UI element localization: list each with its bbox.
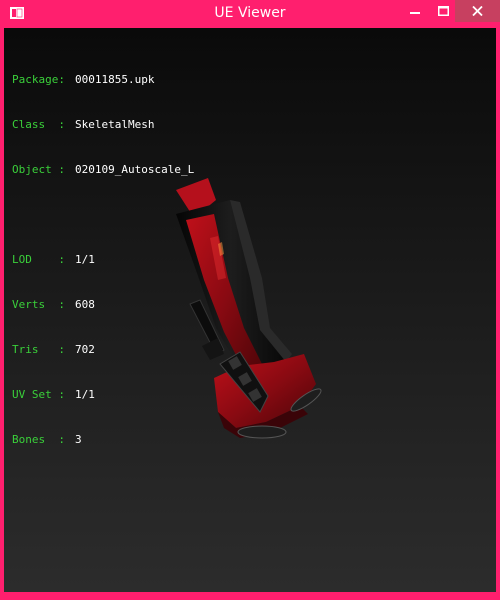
close-button[interactable] [455,0,500,22]
3d-viewport[interactable]: Package: 00011855.upk Class : SkeletalMesh… [4,28,496,592]
title-bar[interactable]: UE Viewer [4,0,500,28]
maximize-button[interactable] [430,0,456,22]
app-window: UE Viewer Package: 00011855.upk Class : Sk… [0,0,500,600]
close-icon [472,6,483,16]
minimize-icon [410,12,420,14]
skeletal-mesh-render[interactable] [4,28,496,592]
minimize-button[interactable] [402,0,428,22]
maximize-icon [437,6,449,16]
